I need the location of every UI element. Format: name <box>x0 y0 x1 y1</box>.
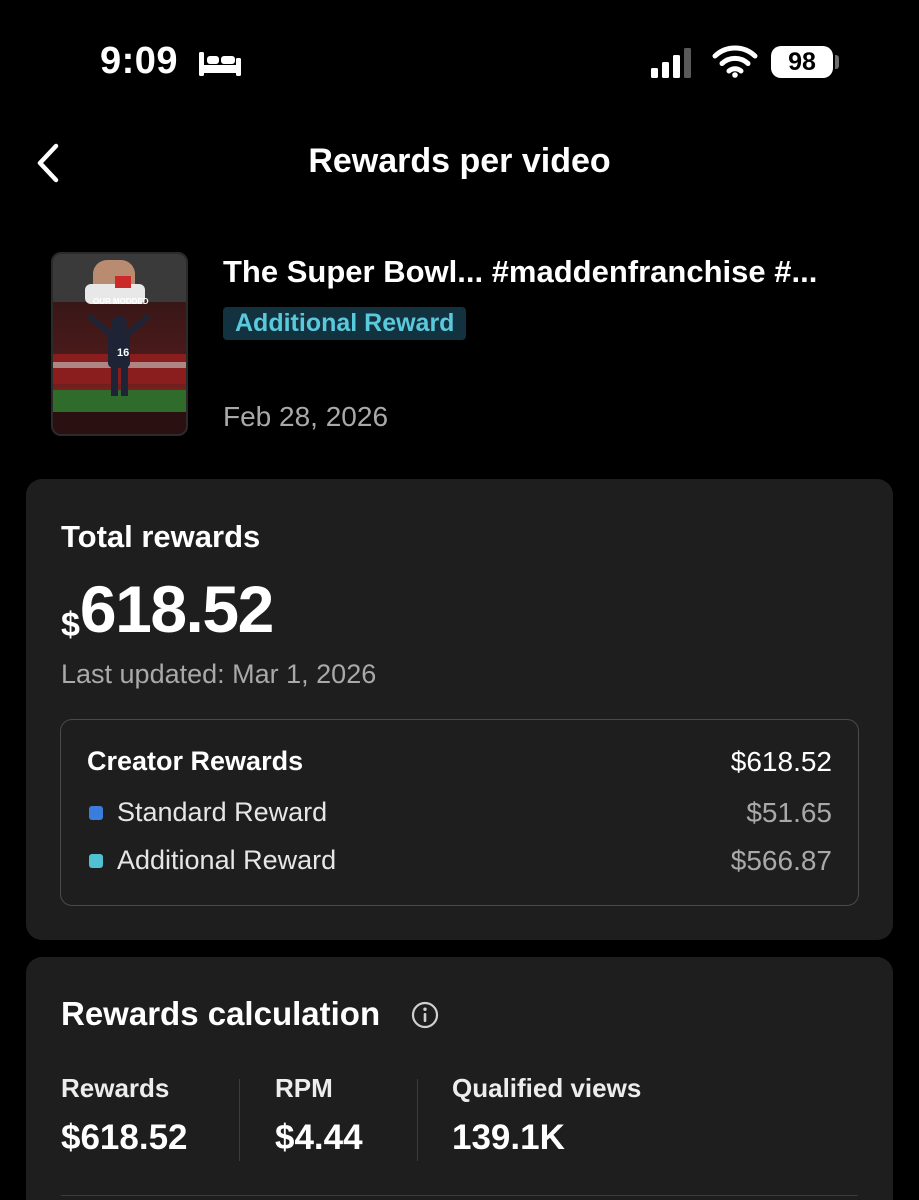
metric-rewards: Rewards $618.52 <box>61 1073 188 1158</box>
info-icon[interactable] <box>411 1001 439 1029</box>
standard-reward-label: Standard Reward <box>117 797 328 827</box>
thumbnail-image: 16 OUR MODDED <box>53 254 186 434</box>
page-title: Rewards per video <box>308 142 611 180</box>
status-time: 9:09 <box>100 40 179 82</box>
additional-reward-row: Additional Reward $566.87 <box>87 843 832 879</box>
last-updated: Last updated: Mar 1, 2026 <box>61 659 377 689</box>
metric-rpm: RPM $4.44 <box>275 1073 363 1158</box>
metric-divider <box>417 1079 418 1161</box>
metric-qualified-views-value: 139.1K <box>452 1118 565 1157</box>
total-rewards-label: Total rewards <box>61 519 261 554</box>
additional-reward-value: $566.87 <box>730 845 832 876</box>
total-rewards-value: 618.52 <box>79 572 274 646</box>
rewards-calculation-title: Rewards calculation <box>61 995 381 1032</box>
wifi-icon <box>712 45 758 78</box>
creator-rewards-value: $618.52 <box>730 746 832 777</box>
metric-divider <box>239 1079 240 1161</box>
status-bar: 9:09 98 <box>0 0 919 120</box>
metric-rewards-label: Rewards <box>61 1073 170 1103</box>
standard-reward-value: $51.65 <box>746 797 832 828</box>
battery-level: 98 <box>788 48 816 76</box>
rewards-calculation-card: Rewards calculation Rewards $618.52 RPM … <box>26 957 893 1200</box>
battery-tip <box>835 55 839 69</box>
additional-reward-label: Additional Reward <box>117 845 337 875</box>
creator-rewards-row: Creator Rewards $618.52 <box>87 744 832 780</box>
metric-rpm-label: RPM <box>275 1073 333 1103</box>
rewards-breakdown: Creator Rewards $618.52 Standard Reward … <box>60 719 859 906</box>
total-rewards-amount: $618.52 <box>61 571 274 647</box>
rewards-per-video-screen: 9:09 98 Rewards per video 16 OUR MODDED … <box>0 0 919 1200</box>
bed-icon <box>199 52 241 76</box>
video-title[interactable]: The Super Bowl... #maddenfranchise #... <box>223 254 883 290</box>
signal-icon <box>651 48 691 78</box>
metric-qualified-views: Qualified views 139.1K <box>452 1073 641 1158</box>
standard-reward-dot <box>89 806 103 820</box>
jersey-number: 16 <box>117 347 129 359</box>
additional-reward-dot <box>89 854 103 868</box>
thumbnail-caption: OUR MODDED <box>93 297 149 306</box>
video-thumbnail[interactable]: 16 OUR MODDED <box>51 252 188 436</box>
additional-reward-badge: Additional Reward <box>223 307 467 340</box>
currency-symbol: $ <box>61 606 80 644</box>
section-divider <box>61 1195 858 1196</box>
metric-rpm-value: $4.44 <box>275 1118 363 1157</box>
battery-icon: 98 <box>771 46 833 78</box>
metric-rewards-value: $618.52 <box>61 1118 188 1157</box>
metric-qualified-views-label: Qualified views <box>452 1073 642 1103</box>
standard-reward-row: Standard Reward $51.65 <box>87 795 832 831</box>
video-date: Feb 28, 2026 <box>223 401 389 432</box>
creator-rewards-label: Creator Rewards <box>87 746 304 776</box>
total-rewards-card: Total rewards $618.52 Last updated: Mar … <box>26 479 893 940</box>
